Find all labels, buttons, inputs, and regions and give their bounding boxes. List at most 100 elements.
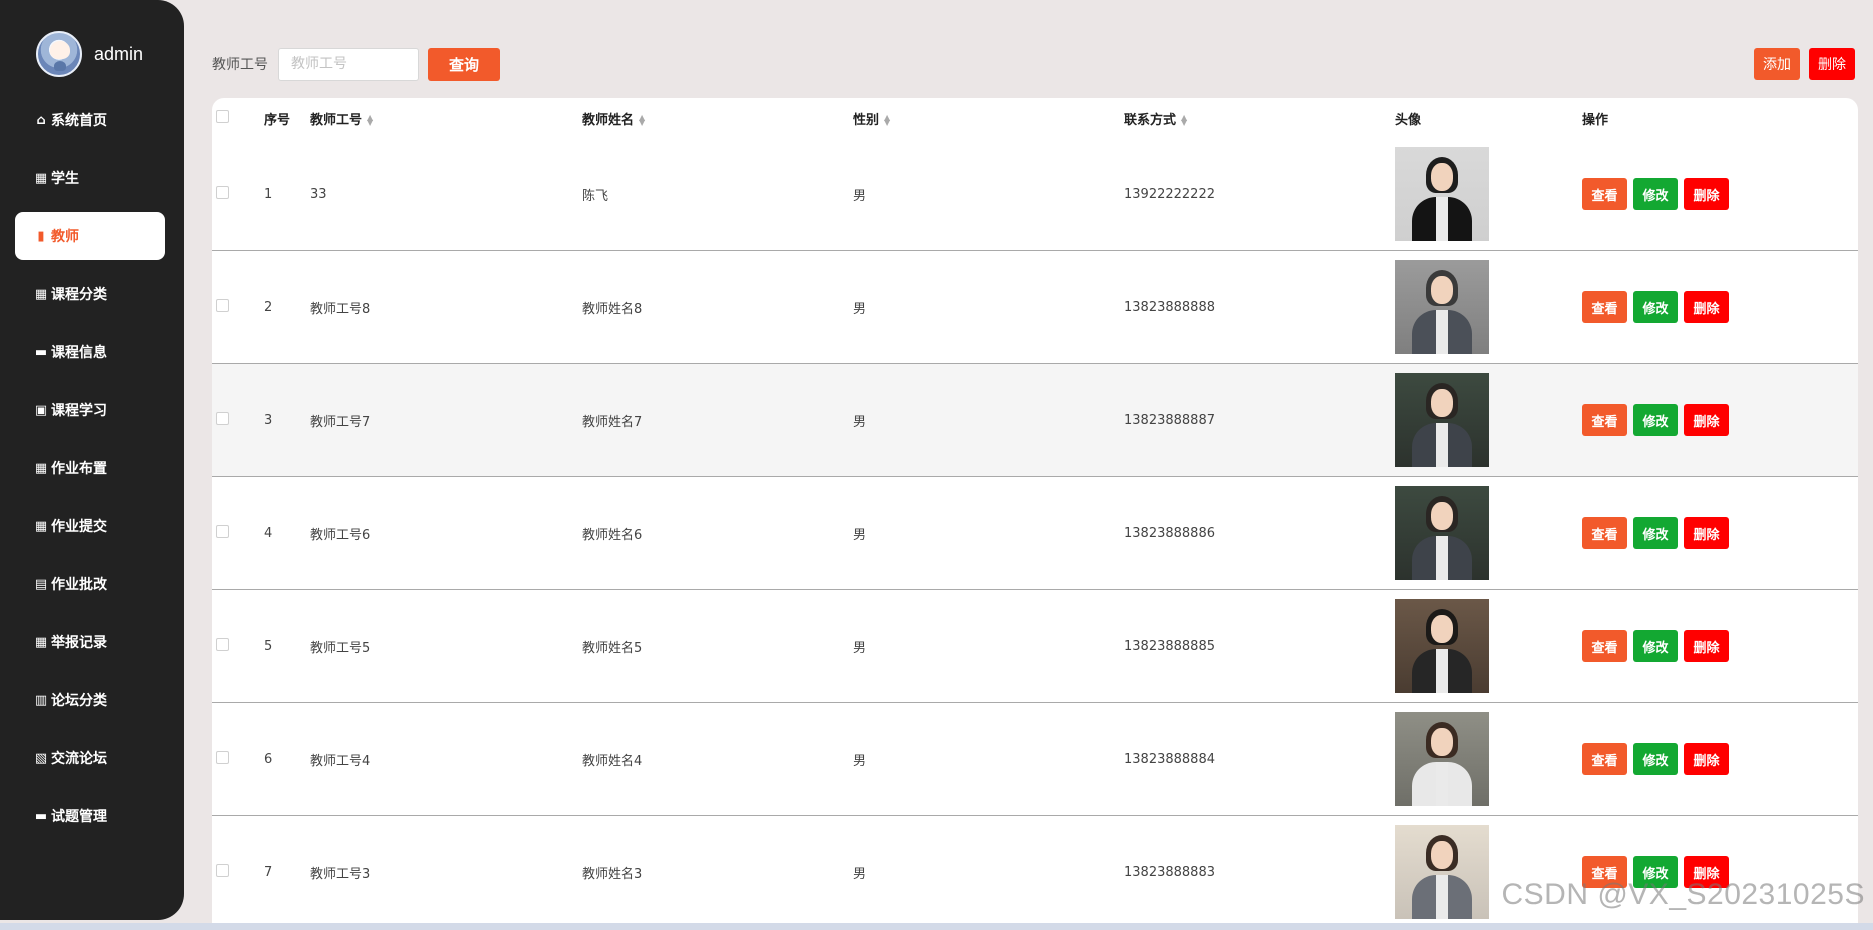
delete-row-button[interactable]: 删除 xyxy=(1684,291,1729,323)
table-row[interactable]: 2 教师工号8 教师姓名8 男 13823888888 查看 修改 删除 xyxy=(212,251,1858,364)
delete-row-button[interactable]: 删除 xyxy=(1684,743,1729,775)
row-checkbox[interactable] xyxy=(216,298,229,312)
teacher-photo xyxy=(1395,825,1489,919)
view-button[interactable]: 查看 xyxy=(1582,517,1627,549)
edit-button[interactable]: 修改 xyxy=(1633,291,1678,323)
teacher-photo xyxy=(1395,147,1489,241)
row-checkbox[interactable] xyxy=(216,750,229,764)
sidebar-item-label: 作业布置 xyxy=(51,461,107,477)
sidebar-item-7[interactable]: ▦ 作业提交 xyxy=(15,502,165,550)
sidebar-item-0[interactable]: ⌂ 系统首页 xyxy=(15,96,165,144)
grid-icon: ▦ xyxy=(34,518,48,534)
sort-icon[interactable]: ▲ ▼ xyxy=(1181,114,1187,127)
delete-row-button[interactable]: 删除 xyxy=(1684,517,1729,549)
header-phone[interactable]: 联系方式 ▲ ▼ xyxy=(1124,109,1395,128)
username: admin xyxy=(94,43,144,64)
edit-button[interactable]: 修改 xyxy=(1633,630,1678,662)
cell-teacher-no: 教师工号6 xyxy=(310,527,371,543)
sidebar-item-8[interactable]: ▤ 作业批改 xyxy=(15,560,165,608)
sidebar-item-2[interactable]: ▮ 教师 xyxy=(15,212,165,260)
select-all-checkbox[interactable] xyxy=(216,109,229,123)
row-checkbox[interactable] xyxy=(216,411,229,425)
view-button[interactable]: 查看 xyxy=(1582,743,1627,775)
sidebar-item-4[interactable]: ▬ 课程信息 xyxy=(15,328,165,376)
view-button[interactable]: 查看 xyxy=(1582,630,1627,662)
cell-gender: 男 xyxy=(853,640,867,656)
sidebar-item-12[interactable]: ▬ 试题管理 xyxy=(15,792,165,840)
delete-row-button[interactable]: 删除 xyxy=(1684,404,1729,436)
add-button[interactable]: 添加 xyxy=(1754,48,1800,80)
monitor-icon: ▬ xyxy=(34,808,48,824)
cell-gender: 男 xyxy=(853,188,867,204)
teacher-photo xyxy=(1395,486,1489,580)
table-row[interactable]: 3 教师工号7 教师姓名7 男 13823888887 查看 修改 删除 xyxy=(212,364,1858,477)
table-row[interactable]: 6 教师工号4 教师姓名4 男 13823888884 查看 修改 删除 xyxy=(212,703,1858,816)
cell-teacher-no: 教师工号3 xyxy=(310,866,371,882)
cell-index: 7 xyxy=(264,864,273,880)
edit-button[interactable]: 修改 xyxy=(1633,743,1678,775)
sidebar-item-3[interactable]: ▦ 课程分类 xyxy=(15,270,165,318)
cell-gender: 男 xyxy=(853,414,867,430)
table-row[interactable]: 1 33 陈飞 男 13922222222 查看 修改 删除 xyxy=(212,138,1858,251)
cell-phone: 13823888887 xyxy=(1124,412,1215,428)
cell-index: 2 xyxy=(264,299,273,315)
header-teacher-name[interactable]: 教师姓名 ▲ ▼ xyxy=(582,109,853,128)
sidebar-item-6[interactable]: ▦ 作业布置 xyxy=(15,444,165,492)
book-icon: ▮ xyxy=(37,228,45,244)
cell-teacher-name: 教师姓名3 xyxy=(582,866,643,882)
cell-gender: 男 xyxy=(853,527,867,543)
sidebar-item-11[interactable]: ▧ 交流论坛 xyxy=(15,734,165,782)
header-index: 序号 xyxy=(264,112,291,128)
sidebar-item-label: 教师 xyxy=(51,229,79,245)
table-row[interactable]: 4 教师工号6 教师姓名6 男 13823888886 查看 修改 删除 xyxy=(212,477,1858,590)
bar-chart-icon: ▥ xyxy=(34,692,48,708)
sidebar-item-label: 课程分类 xyxy=(51,287,107,303)
header-teacher-no[interactable]: 教师工号 ▲ ▼ xyxy=(310,109,582,128)
cell-phone: 13823888883 xyxy=(1124,864,1215,880)
sort-icon[interactable]: ▲ ▼ xyxy=(639,114,645,127)
watermark: CSDN @VX_S20231025S xyxy=(1501,878,1865,911)
row-checkbox[interactable] xyxy=(216,863,229,877)
edit-button[interactable]: 修改 xyxy=(1633,178,1678,210)
delete-row-button[interactable]: 删除 xyxy=(1684,630,1729,662)
header-photo: 头像 xyxy=(1395,112,1422,128)
taskbar-edge xyxy=(0,923,1873,930)
edit-button[interactable]: 修改 xyxy=(1633,517,1678,549)
cell-index: 6 xyxy=(264,751,273,767)
table-row[interactable]: 7 教师工号3 教师姓名3 男 13823888883 查看 修改 删除 xyxy=(212,816,1858,929)
sidebar-item-10[interactable]: ▥ 论坛分类 xyxy=(15,676,165,724)
user-profile[interactable]: admin xyxy=(36,30,143,78)
sidebar-item-5[interactable]: ▣ 课程学习 xyxy=(15,386,165,434)
grid-icon: ▦ xyxy=(34,170,48,186)
cell-teacher-name: 教师姓名6 xyxy=(582,527,643,543)
delete-row-button[interactable]: 删除 xyxy=(1684,178,1729,210)
cell-phone: 13823888886 xyxy=(1124,525,1215,541)
teacher-photo xyxy=(1395,373,1489,467)
sidebar-item-1[interactable]: ▦ 学生 xyxy=(15,154,165,202)
delete-button[interactable]: 删除 xyxy=(1809,48,1855,80)
view-button[interactable]: 查看 xyxy=(1582,178,1627,210)
edit-button[interactable]: 修改 xyxy=(1633,404,1678,436)
view-button[interactable]: 查看 xyxy=(1582,404,1627,436)
briefcase-icon: ▣ xyxy=(34,402,48,418)
sort-icon[interactable]: ▲ ▼ xyxy=(884,114,890,127)
header-gender[interactable]: 性别 ▲ ▼ xyxy=(853,109,1124,128)
cell-index: 4 xyxy=(264,525,273,541)
cell-phone: 13823888884 xyxy=(1124,751,1215,767)
search-bar: 教师工号 查询 xyxy=(212,47,500,81)
query-button[interactable]: 查询 xyxy=(428,47,500,81)
cell-phone: 13823888888 xyxy=(1124,299,1215,315)
sort-icon[interactable]: ▲ ▼ xyxy=(367,114,373,127)
view-button[interactable]: 查看 xyxy=(1582,291,1627,323)
row-checkbox[interactable] xyxy=(216,637,229,651)
table-body: 1 33 陈飞 男 13922222222 查看 修改 删除 2 教师工号8 教… xyxy=(212,138,1858,929)
cell-teacher-name: 教师姓名8 xyxy=(582,301,643,317)
cell-teacher-name: 教师姓名5 xyxy=(582,640,643,656)
teacher-photo xyxy=(1395,260,1489,354)
table-row[interactable]: 5 教师工号5 教师姓名5 男 13823888885 查看 修改 删除 xyxy=(212,590,1858,703)
grid-icon: ▦ xyxy=(34,286,48,302)
row-checkbox[interactable] xyxy=(216,185,229,199)
search-input[interactable] xyxy=(278,47,419,81)
row-checkbox[interactable] xyxy=(216,524,229,538)
sidebar-item-9[interactable]: ▦ 举报记录 xyxy=(15,618,165,666)
